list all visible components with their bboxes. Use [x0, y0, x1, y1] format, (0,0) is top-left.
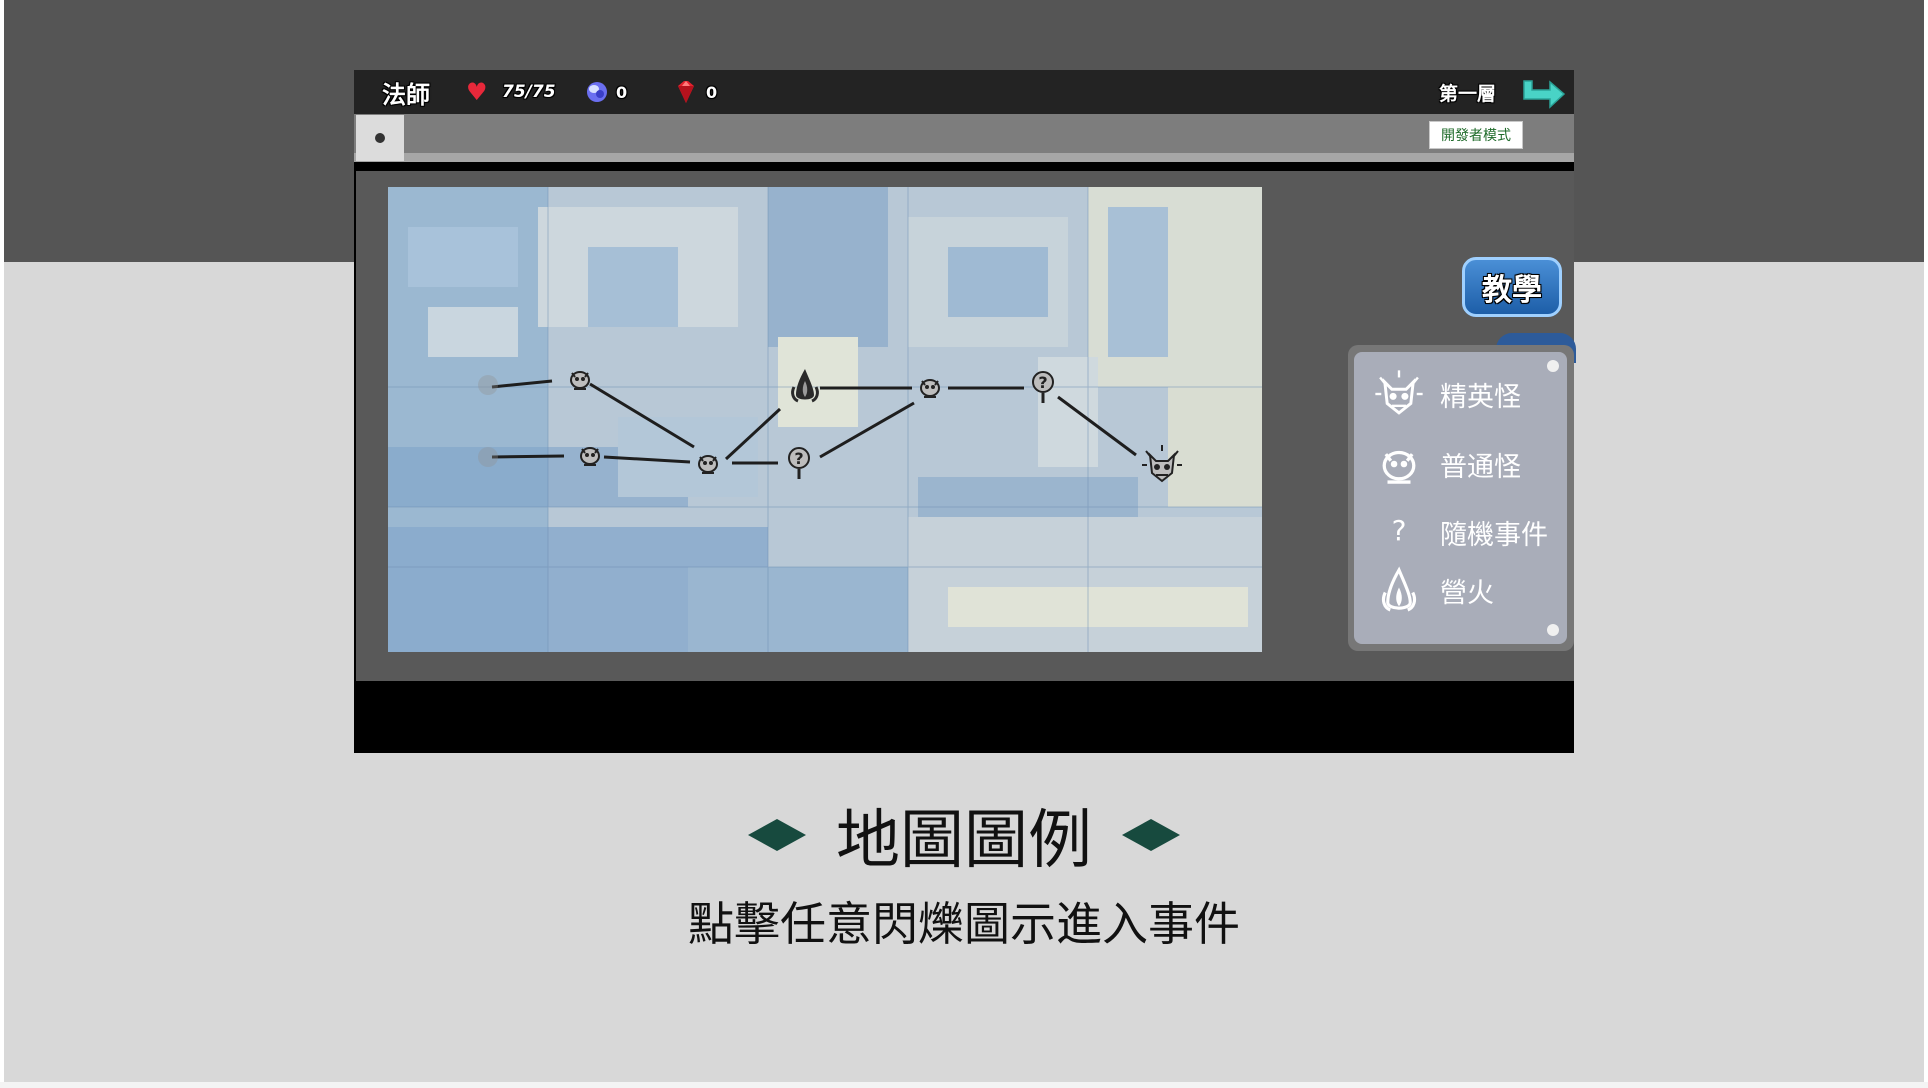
- campfire-node[interactable]: [788, 365, 822, 405]
- legend-panel: 精英怪 普通怪 ? 隨機事件 營火: [1354, 352, 1567, 644]
- caption-title-row: 地圖圖例: [748, 790, 1180, 880]
- normal-monster-icon: [1372, 437, 1426, 491]
- next-arrow-icon[interactable]: [1520, 72, 1568, 116]
- hp-value: 75/75: [502, 82, 556, 102]
- legend-item-normal: 普通怪: [1372, 436, 1521, 492]
- gem-count: 0: [706, 82, 718, 102]
- map-background: [388, 187, 1262, 652]
- legend-item-elite: 精英怪: [1372, 366, 1521, 422]
- caption-title: 地圖圖例: [836, 804, 1092, 878]
- faded-monster-node[interactable]: [474, 443, 502, 471]
- legend-label: 營火: [1440, 577, 1494, 609]
- normal-monster-node[interactable]: [576, 441, 604, 469]
- random-event-node[interactable]: ?: [784, 445, 814, 481]
- legend-label: 普通怪: [1440, 451, 1521, 483]
- random-event-node[interactable]: ?: [1028, 369, 1058, 405]
- svg-text:?: ?: [1392, 514, 1407, 547]
- menu-dot-button[interactable]: [356, 115, 404, 161]
- ruby-gem-icon: [672, 70, 700, 114]
- random-event-icon: ?: [1372, 505, 1426, 559]
- developer-mode-button[interactable]: 開發者模式: [1429, 121, 1523, 149]
- slide-right-edge: [1924, 0, 1928, 1088]
- game-window: 法師 ♥ 75/75 0 0 第一層 開發者模式 ? ? 教學 精英怪 普通怪 …: [354, 70, 1576, 753]
- elite-monster-icon: [1372, 367, 1426, 421]
- tutorial-button[interactable]: 教學: [1462, 257, 1562, 317]
- legend-dot-icon: [1547, 360, 1559, 372]
- svg-text:?: ?: [1038, 373, 1047, 392]
- normal-monster-node[interactable]: [916, 373, 944, 401]
- dungeon-map: ? ?: [388, 187, 1262, 652]
- legend-label: 隨機事件: [1440, 519, 1548, 551]
- floor-label: 第一層: [1439, 82, 1497, 105]
- hud-bar: 法師 ♥ 75/75 0 0 第一層: [354, 70, 1574, 114]
- svg-text:?: ?: [794, 449, 803, 468]
- faded-monster-node[interactable]: [474, 371, 502, 399]
- legend-item-campfire: 營火: [1372, 562, 1494, 618]
- elite-monster-node[interactable]: [1140, 443, 1184, 487]
- toolbar: 開發者模式: [354, 114, 1574, 162]
- legend-dot-icon: [1547, 624, 1559, 636]
- left-diamond-icon: [748, 819, 806, 851]
- dot-icon: [375, 133, 385, 143]
- right-diamond-icon: [1122, 819, 1180, 851]
- caption-subtitle: 點擊任意閃爍圖示進入事件: [688, 897, 1240, 951]
- map-legend: 精英怪 普通怪 ? 隨機事件 營火: [1348, 345, 1574, 651]
- legend-label: 精英怪: [1440, 381, 1521, 413]
- campfire-icon: [1372, 563, 1426, 617]
- normal-monster-node[interactable]: [694, 449, 722, 477]
- play-area: ? ? 教學 精英怪 普通怪 ? 隨機事件 營火: [356, 171, 1576, 681]
- legend-item-event: ? 隨機事件: [1372, 504, 1548, 560]
- normal-monster-node[interactable]: [566, 365, 594, 393]
- orb-count: 0: [616, 82, 628, 102]
- slide-bottom-edge: [0, 1082, 1928, 1088]
- orb-icon: [584, 70, 610, 114]
- slide-left-edge: [0, 0, 4, 1088]
- player-class: 法師: [382, 80, 430, 109]
- heart-icon: ♥: [466, 78, 488, 106]
